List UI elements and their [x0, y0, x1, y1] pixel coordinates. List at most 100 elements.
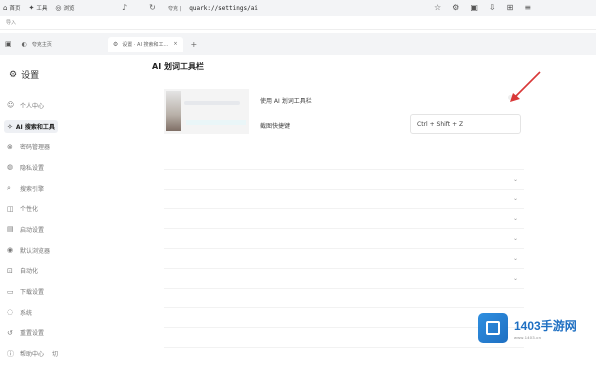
page-controls: ♪ ↻ [122, 3, 164, 12]
sidebar-item-profile[interactable]: ☺ 个人中心 [0, 95, 140, 116]
settings-section[interactable] [164, 328, 524, 348]
tab-settings[interactable]: ⚙ 设置 · AI 搜索和工... × [107, 36, 183, 52]
settings-title: ⚙ 设置 [9, 68, 40, 82]
home-icon: ⌂ [3, 4, 8, 12]
sidebar-item-label: 个性化 [20, 206, 39, 214]
download-icon[interactable]: ⇩ [489, 3, 496, 12]
reload-icon[interactable]: ↻ [149, 3, 156, 12]
settings-section[interactable]: ⌄ [164, 249, 524, 269]
help-icon: ⓘ [7, 349, 14, 358]
extension-icon[interactable]: ⚙ [452, 3, 459, 12]
collection-icon[interactable]: ▣ [470, 3, 478, 12]
privacy-icon: ⊗ [7, 142, 13, 151]
sidebar-item-ai[interactable]: ✧ AI 搜索和工具 [0, 116, 140, 137]
url-text[interactable]: quark://settings/ai [189, 5, 258, 12]
search-engine-icon: ⌕ [7, 183, 11, 192]
tools-icon: ✦ [28, 4, 35, 12]
address-bar[interactable]: 夸克 | quark://settings/ai [168, 3, 438, 14]
reset-icon: ↺ [7, 328, 13, 337]
sidebar-item-label: 搜索引擎 [20, 185, 45, 193]
watermark-title: 1403手游网 [514, 318, 577, 333]
settings-section[interactable]: ⌄ [164, 170, 524, 190]
tab-label: 设置 · AI 搜索和工... [122, 41, 169, 48]
watermark-logo-icon [478, 313, 508, 343]
sidebar-item-label: 启动设置 [20, 226, 45, 234]
bookmark-item[interactable]: 导入 [6, 19, 16, 26]
language-icon: ◌ [7, 308, 14, 317]
sidebar-item-search-engine[interactable]: ⌕ 搜索引擎 [0, 178, 140, 199]
home-label: 首页 [9, 6, 21, 12]
annotation-arrow-icon [510, 71, 541, 102]
startup-icon: ▤ [7, 225, 14, 234]
active-pill: ✧ AI 搜索和工具 [4, 119, 58, 133]
settings-sections: ⌄ ⌄ ⌄ ⌄ ⌄ ⌄ [164, 150, 524, 348]
settings-tab-icon: ⚙ [112, 40, 119, 48]
sidebar-item-label: 帮助中心 [20, 351, 45, 359]
sidebar-item-suffix: 切 [52, 351, 59, 359]
preview-toolbar [184, 101, 240, 105]
watermark-text: 1403手游网 www.1403.cn [514, 317, 577, 340]
logo-inner [486, 321, 500, 335]
watermark-url: www.1403.cn [514, 334, 542, 340]
screenshot-shortcut-label: 截图快捷键 [260, 123, 291, 130]
sidebar-toggle-icon[interactable]: ▣ [5, 40, 12, 48]
shortcut-input[interactable]: Ctrl + Shift + Z [410, 114, 521, 134]
settings-section[interactable] [164, 150, 524, 170]
tools-label: 工具 [36, 6, 48, 12]
nav-group: ⌂ 首页 ✦ 工具 ◎ 浏览 [3, 4, 82, 12]
settings-section[interactable] [164, 308, 524, 329]
site-watermark: 1403手游网 www.1403.cn [478, 313, 593, 343]
sidebar-item-downloads[interactable]: ▭ 下载设置 [0, 281, 140, 302]
settings-title-text: 设置 [21, 71, 40, 81]
toolbar-right-icons: ☆ ⚙ ▣ ⇩ ⊞ ≡ [434, 3, 531, 12]
quark-tab-icon: ◐ [21, 40, 27, 48]
sidebar-item-automation[interactable]: ⊡ 自动化 [0, 261, 140, 282]
chevron-down-icon: ⌄ [512, 175, 518, 183]
sidebar-menu: ☺ 个人中心 ✧ AI 搜索和工具 ⊗ 密码管理器 ◍ 隐私设置 ⌕ 搜索引擎 ◫ 个性化 … [0, 95, 140, 364]
settings-section[interactable]: ⌄ [164, 269, 524, 289]
toggle-ai-toolbar-label: 使用 AI 划词工具栏 [260, 98, 312, 105]
sidebar-item-startup[interactable]: ▤ 启动设置 [0, 219, 140, 240]
sidebar-item-appearance[interactable]: ◫ 个性化 [0, 198, 140, 219]
browse-label: 浏览 [63, 6, 75, 12]
sidebar-item-help[interactable]: ⓘ 帮助中心切 [0, 343, 140, 364]
chevron-down-icon: ⌄ [512, 254, 518, 262]
sidebar-item-label: 隐私设置 [20, 164, 45, 172]
default-browser-icon: ◉ [7, 246, 14, 255]
sidebar-item-label: 自动化 [20, 268, 39, 276]
toolbar-preview-image [164, 89, 249, 134]
user-icon: ☺ [7, 101, 15, 110]
settings-section[interactable]: ⌄ [164, 190, 524, 210]
settings-sidebar: ⚙ 设置 ☺ 个人中心 ✧ AI 搜索和工具 ⊗ 密码管理器 ◍ 隐私设置 ⌕ 搜索引擎 … [0, 55, 140, 366]
chevron-down-icon: ⌄ [512, 235, 518, 243]
sidebar-item-passwords[interactable]: ⊗ 密码管理器 [0, 136, 140, 157]
sidebar-item-system[interactable]: ◌ 系统 [0, 302, 140, 323]
browse-button[interactable]: ◎ 浏览 [55, 4, 74, 12]
menu-icon[interactable]: ≡ [524, 3, 531, 12]
sidebar-item-default-browser[interactable]: ◉ 默认浏览器 [0, 240, 140, 261]
sidebar-item-label: 个人中心 [20, 102, 45, 110]
sound-icon[interactable]: ♪ [122, 3, 127, 12]
ai-icon: ✧ [7, 122, 13, 131]
close-tab-icon[interactable]: × [173, 41, 177, 47]
settings-section[interactable] [164, 289, 524, 309]
home-button[interactable]: ⌂ 首页 [3, 4, 20, 12]
new-tab-button[interactable]: + [191, 40, 198, 49]
bookmarks-bar: 导入 [0, 16, 596, 30]
tools-button[interactable]: ✦ 工具 [28, 4, 47, 12]
translate-icon[interactable]: ⊞ [507, 3, 514, 12]
page-title: AI 划词工具栏 [152, 62, 204, 71]
bookmark-star-icon[interactable]: ☆ [434, 3, 441, 12]
tab-quark-home[interactable]: ◐ 夸克主页 [22, 41, 52, 48]
site-badge: 夸克 | [168, 6, 182, 12]
sidebar-item-label: AI 搜索和工具 [15, 123, 55, 131]
settings-section[interactable]: ⌄ [164, 229, 524, 249]
browse-icon: ◎ [55, 4, 62, 12]
preview-photo [166, 91, 181, 131]
sidebar-item-label: 密码管理器 [20, 144, 51, 152]
sidebar-item-privacy[interactable]: ◍ 隐私设置 [0, 157, 140, 178]
sidebar-item-label: 默认浏览器 [20, 247, 51, 255]
settings-section[interactable]: ⌄ [164, 209, 524, 230]
sidebar-item-label: 重置设置 [20, 330, 45, 338]
sidebar-item-reset[interactable]: ↺ 重置设置 [0, 323, 140, 344]
